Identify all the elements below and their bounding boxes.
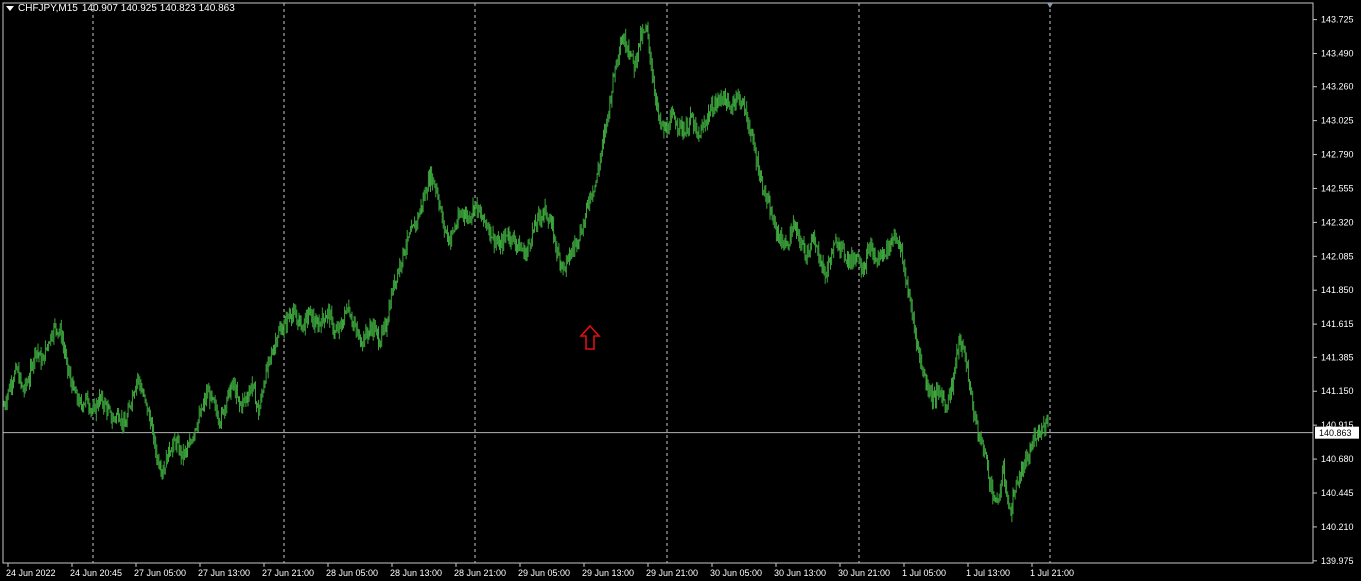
x-tick-label: 28 Jun 05:00 bbox=[326, 568, 378, 578]
y-tick-label: 141.850 bbox=[1321, 285, 1354, 295]
candle-layer bbox=[3, 21, 1049, 523]
x-tick-label: 30 Jun 21:00 bbox=[838, 568, 890, 578]
x-tick-label: 28 Jun 13:00 bbox=[390, 568, 442, 578]
plot-border bbox=[2, 2, 1314, 564]
price-axis: 143.725 143.490 143.260 143.025 142.790 142.5… bbox=[1313, 15, 1359, 566]
y-tick-label: 142.555 bbox=[1321, 183, 1354, 193]
y-tick-label: 143.025 bbox=[1321, 116, 1354, 126]
time-axis: 24 Jun 2022 24 Jun 20:45 27 Jun 05:00 27 Ju… bbox=[6, 563, 1074, 578]
y-tick-label: 143.260 bbox=[1321, 82, 1354, 92]
y-tick-label: 140.445 bbox=[1321, 488, 1354, 498]
x-tick-label: 27 Jun 13:00 bbox=[198, 568, 250, 578]
y-tick-label: 140.210 bbox=[1321, 522, 1354, 532]
shift-marker-icon bbox=[1047, 3, 1053, 8]
chart-frame bbox=[2, 2, 1314, 564]
chart-window[interactable]: 143.725 143.490 143.260 143.025 142.790 142.5… bbox=[0, 0, 1361, 581]
x-tick-label: 1 Jul 13:00 bbox=[966, 568, 1010, 578]
current-price-label: 140.863 bbox=[1319, 428, 1352, 438]
x-tick-label: 24 Jun 2022 bbox=[6, 568, 56, 578]
collapse-triangle-icon[interactable] bbox=[6, 6, 14, 11]
y-tick-label: 142.085 bbox=[1321, 251, 1354, 261]
x-tick-label: 1 Jul 21:00 bbox=[1030, 568, 1074, 578]
y-tick-label: 141.385 bbox=[1321, 352, 1354, 362]
x-tick-label: 27 Jun 05:00 bbox=[134, 568, 186, 578]
y-tick-label: 141.150 bbox=[1321, 386, 1354, 396]
price-chart[interactable]: 143.725 143.490 143.260 143.025 142.790 142.5… bbox=[0, 0, 1361, 581]
chart-header: CHFJPY,M15 140.907 140.925 140.823 140.8… bbox=[6, 3, 235, 14]
y-tick-label: 143.490 bbox=[1321, 49, 1354, 59]
ohlc-readout: 140.907 140.925 140.823 140.863 bbox=[81, 3, 235, 14]
x-tick-label: 28 Jun 21:00 bbox=[454, 568, 506, 578]
x-tick-label: 30 Jun 05:00 bbox=[710, 568, 762, 578]
x-tick-label: 29 Jun 21:00 bbox=[646, 568, 698, 578]
symbol-label: CHFJPY,M15 bbox=[18, 3, 78, 14]
y-tick-label: 142.790 bbox=[1321, 150, 1354, 160]
y-tick-label: 141.615 bbox=[1321, 319, 1354, 329]
x-tick-label: 24 Jun 20:45 bbox=[70, 568, 122, 578]
up-arrow-icon bbox=[579, 324, 601, 350]
x-tick-label: 29 Jun 05:00 bbox=[518, 568, 570, 578]
x-tick-label: 30 Jun 13:00 bbox=[774, 568, 826, 578]
y-tick-label: 139.975 bbox=[1321, 556, 1354, 566]
y-tick-label: 143.725 bbox=[1321, 15, 1354, 25]
y-tick-label: 142.320 bbox=[1321, 217, 1354, 227]
x-tick-label: 27 Jun 21:00 bbox=[262, 568, 314, 578]
x-tick-label: 29 Jun 13:00 bbox=[582, 568, 634, 578]
x-tick-label: 1 Jul 05:00 bbox=[902, 568, 946, 578]
y-tick-label: 140.680 bbox=[1321, 454, 1354, 464]
arrow-layer bbox=[579, 3, 1053, 350]
